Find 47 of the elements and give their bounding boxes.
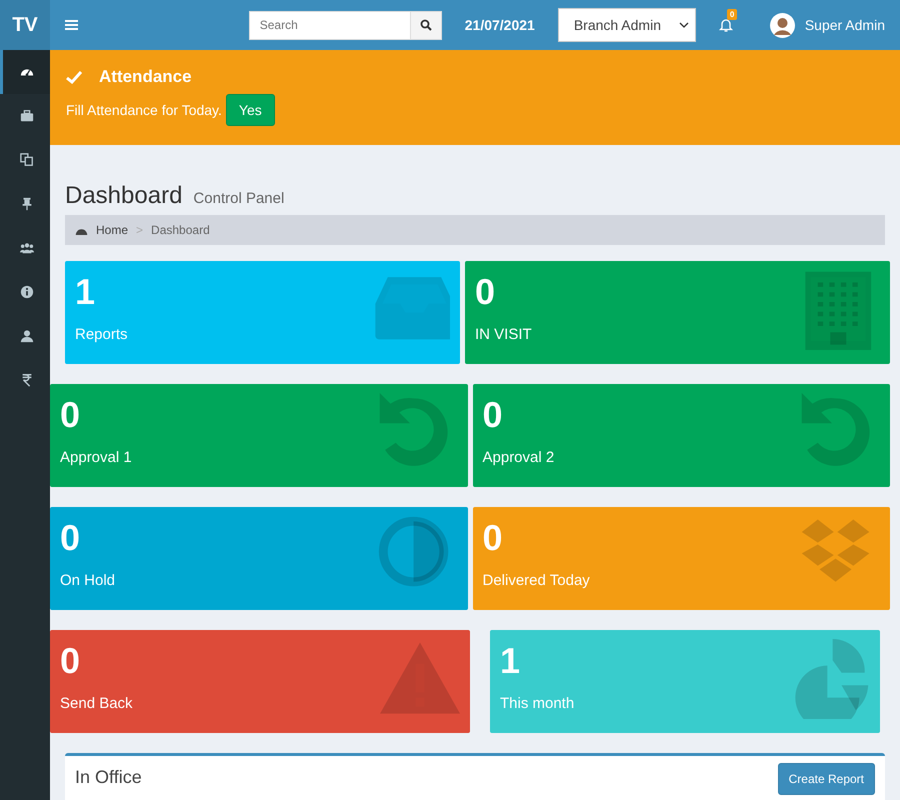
stat-count: 0 bbox=[475, 271, 496, 313]
breadcrumb-separator: > bbox=[136, 223, 144, 237]
stat-count: 0 bbox=[60, 394, 80, 436]
attendance-title: Attendance bbox=[99, 67, 192, 87]
sidebar-item[interactable] bbox=[0, 50, 50, 94]
user-icon bbox=[20, 329, 34, 343]
stat-label: On Hold bbox=[60, 572, 116, 589]
logo[interactable]: TV bbox=[0, 0, 50, 50]
notification-badge: 0 bbox=[726, 9, 738, 20]
stat-count: 1 bbox=[75, 271, 96, 313]
search-icon bbox=[420, 19, 432, 31]
users-icon bbox=[20, 241, 34, 255]
chevron-down-icon bbox=[678, 22, 689, 28]
stat-label: Reports bbox=[75, 326, 128, 343]
stat-label: Approval 2 bbox=[482, 449, 554, 466]
stat-count: 0 bbox=[482, 394, 503, 436]
stat-count: 0 bbox=[482, 517, 503, 559]
info-icon bbox=[20, 285, 34, 299]
date-text: 21/07/2021 bbox=[464, 17, 535, 33]
role-select[interactable]: Branch Admin bbox=[558, 8, 696, 42]
search-button[interactable] bbox=[410, 10, 442, 40]
panel-title: In Office bbox=[75, 767, 142, 788]
check-icon bbox=[66, 70, 82, 84]
avatar[interactable] bbox=[770, 12, 795, 38]
briefcase-icon bbox=[20, 109, 34, 123]
page-title: Dashboard bbox=[65, 182, 182, 210]
stat-label: Send Back bbox=[60, 695, 133, 712]
stat-count: 1 bbox=[500, 640, 520, 682]
stat-label: Delivered Today bbox=[482, 572, 590, 589]
stat-count: 0 bbox=[60, 517, 80, 559]
stat-count: 0 bbox=[60, 640, 80, 682]
user-name[interactable]: Super Admin bbox=[804, 17, 885, 33]
stat-label: Approval 1 bbox=[60, 449, 132, 466]
copy-icon bbox=[20, 153, 34, 167]
stat-label: IN VISIT bbox=[475, 326, 532, 343]
search-field[interactable]: Search bbox=[248, 10, 410, 40]
breadcrumb-item[interactable]: Home bbox=[96, 223, 128, 237]
rupee-icon bbox=[20, 373, 34, 387]
yes-button[interactable]: Yes bbox=[226, 94, 275, 126]
page-subtitle: Control Panel bbox=[193, 190, 284, 207]
pin-icon bbox=[20, 197, 34, 211]
create-report-button[interactable]: Create Report bbox=[778, 763, 875, 795]
menu-icon[interactable] bbox=[65, 19, 78, 31]
attendance-message: Fill Attendance for Today. bbox=[66, 102, 222, 118]
breadcrumb-item: Dashboard bbox=[151, 223, 210, 237]
stat-label: This month bbox=[500, 695, 574, 712]
bell-icon[interactable] bbox=[718, 17, 734, 33]
